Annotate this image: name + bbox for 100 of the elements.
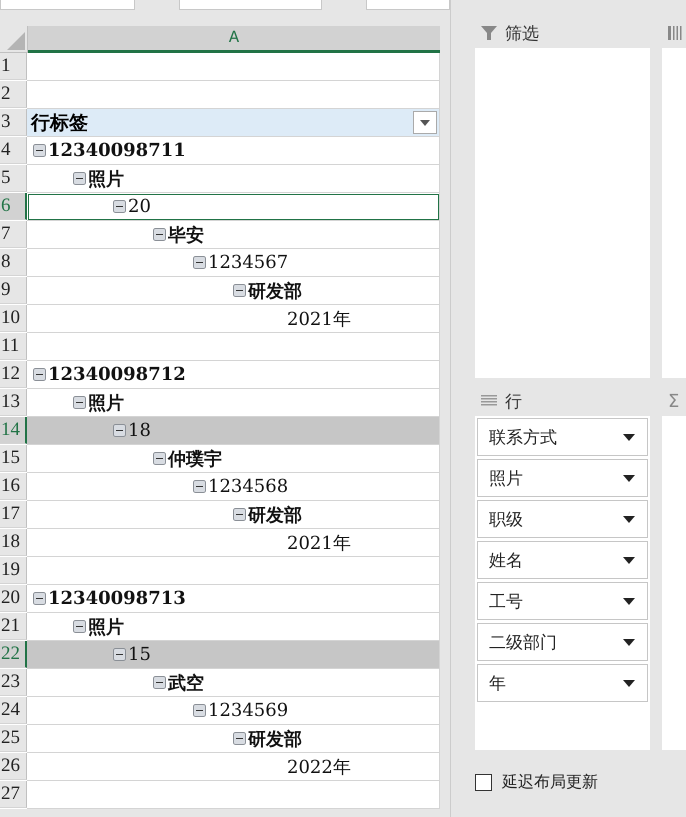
collapse-icon[interactable] — [33, 144, 46, 157]
row-number[interactable]: 4 — [0, 137, 27, 164]
collapse-icon[interactable] — [233, 732, 246, 745]
pivot-row-cell[interactable]: 研发部 — [27, 501, 440, 529]
collapse-icon[interactable] — [193, 704, 206, 717]
pivot-item-label: 18 — [128, 420, 151, 441]
row-number[interactable]: 22 — [0, 641, 27, 668]
collapse-icon[interactable] — [113, 648, 126, 661]
pivot-row-cell[interactable]: 1234568 — [27, 473, 440, 501]
pivot-item-label: 照片 — [88, 392, 124, 414]
row-number[interactable]: 5 — [0, 165, 27, 192]
pivot-row-cell[interactable]: 12340098713 — [27, 585, 440, 613]
pivot-row-cell[interactable]: 2021年 — [27, 305, 440, 333]
row-field-item[interactable]: 照片 — [477, 459, 648, 497]
pivot-row-cell[interactable]: 仲璞宇 — [27, 445, 440, 473]
pivot-item-label: 2022年 — [287, 756, 351, 778]
dropdown-caret-icon[interactable] — [623, 598, 635, 604]
pivot-row-cell[interactable]: 12340098711 — [27, 137, 440, 165]
collapse-icon[interactable] — [73, 396, 86, 409]
collapse-icon[interactable] — [113, 424, 126, 437]
pivot-row-cell[interactable]: 1234569 — [27, 697, 440, 725]
column-header[interactable]: A — [28, 26, 440, 53]
pivot-row-cell[interactable]: 照片 — [27, 165, 440, 193]
collapse-icon[interactable] — [113, 200, 126, 213]
pivot-row-cell[interactable]: 武空 — [27, 669, 440, 697]
collapse-icon[interactable] — [73, 620, 86, 633]
pivot-row-cell[interactable]: 研发部 — [27, 725, 440, 753]
row-number[interactable]: 17 — [0, 501, 27, 528]
pivot-item-label: 12340098711 — [48, 140, 186, 161]
row-number[interactable]: 13 — [0, 389, 27, 416]
pivot-row-cell[interactable]: 研发部 — [27, 277, 440, 305]
row-number[interactable]: 10 — [0, 305, 27, 332]
filter-dropdown-button[interactable] — [413, 111, 437, 134]
pivot-row-cell[interactable]: 2022年 — [27, 753, 440, 781]
row-number[interactable]: 23 — [0, 669, 27, 696]
pivot-row-cell[interactable]: 12340098712 — [27, 361, 440, 389]
pivot-row-cell[interactable]: 照片 — [27, 613, 440, 641]
formula-field[interactable] — [366, 0, 450, 10]
collapse-icon[interactable] — [153, 228, 166, 241]
defer-update-label: 延迟布局更新 — [502, 772, 598, 793]
row-field-item[interactable]: 年 — [477, 664, 648, 702]
row-field-item[interactable]: 职级 — [477, 500, 648, 538]
row-number[interactable]: 16 — [0, 473, 27, 500]
collapse-icon[interactable] — [73, 172, 86, 185]
rows-icon — [481, 395, 497, 407]
collapse-icon[interactable] — [193, 256, 206, 269]
pivot-row-cell[interactable]: 20 — [27, 193, 440, 221]
pivot-row-cell[interactable]: 18 — [27, 417, 440, 445]
row-number[interactable]: 1 — [0, 53, 27, 80]
pivot-item-label: 2021年 — [287, 532, 351, 554]
collapse-icon[interactable] — [233, 508, 246, 521]
row-number[interactable]: 24 — [0, 697, 27, 724]
row-number[interactable]: 6 — [0, 193, 27, 220]
pivot-item-label: 仲璞宇 — [168, 448, 222, 470]
dropdown-caret-icon[interactable] — [623, 434, 635, 440]
row-number[interactable]: 14 — [0, 417, 27, 444]
row-number[interactable]: 26 — [0, 753, 27, 780]
row-number[interactable]: 7 — [0, 221, 27, 248]
collapse-icon[interactable] — [153, 452, 166, 465]
collapse-icon[interactable] — [33, 368, 46, 381]
pivot-row-cell[interactable]: 照片 — [27, 389, 440, 417]
row-field-item[interactable]: 姓名 — [477, 541, 648, 579]
pivot-row-cell[interactable]: 15 — [27, 641, 440, 669]
dropdown-caret-icon[interactable] — [623, 516, 635, 522]
row-number[interactable]: 11 — [0, 333, 27, 360]
row-number[interactable]: 8 — [0, 249, 27, 276]
dropdown-caret-icon[interactable] — [623, 680, 635, 686]
row-number[interactable]: 12 — [0, 361, 27, 388]
collapse-icon[interactable] — [153, 676, 166, 689]
pivot-row-cell[interactable]: 1234567 — [27, 249, 440, 277]
collapse-icon[interactable] — [33, 592, 46, 605]
defer-update-checkbox[interactable] — [475, 774, 492, 791]
row-number[interactable]: 2 — [0, 81, 27, 108]
row-number[interactable]: 19 — [0, 557, 27, 584]
pivot-item-label: 武空 — [168, 672, 204, 694]
collapse-icon[interactable] — [193, 480, 206, 493]
row-field-item[interactable]: 联系方式 — [477, 418, 648, 456]
collapse-icon[interactable] — [233, 284, 246, 297]
rows-area-title: 行 — [505, 390, 522, 412]
row-number[interactable]: 18 — [0, 529, 27, 556]
row-number[interactable]: 20 — [0, 585, 27, 612]
dropdown-caret-icon[interactable] — [623, 556, 635, 564]
columns-icon — [668, 26, 682, 40]
pivot-item-label: 1234569 — [208, 700, 288, 721]
values-area-icon: Σ — [668, 390, 680, 412]
dropdown-caret-icon[interactable] — [623, 474, 635, 482]
pivot-row-cell[interactable]: 2021年 — [27, 529, 440, 557]
row-number[interactable]: 21 — [0, 613, 27, 640]
row-number[interactable]: 3 — [0, 109, 27, 136]
dropdown-caret-icon[interactable] — [623, 638, 635, 646]
row-number[interactable]: 15 — [0, 445, 27, 472]
row-number[interactable]: 25 — [0, 725, 27, 752]
row-field-item[interactable]: 二级部门 — [477, 623, 648, 661]
row-number[interactable]: 27 — [0, 781, 27, 808]
pivot-row-cell[interactable]: 毕安 — [27, 221, 440, 249]
row-field-item[interactable]: 工号 — [477, 582, 648, 620]
row-number[interactable]: 9 — [0, 277, 27, 304]
row-labels-header: 行标签 — [31, 110, 88, 136]
pivot-item-label: 照片 — [88, 616, 124, 638]
pivot-item-label: 15 — [128, 644, 151, 665]
